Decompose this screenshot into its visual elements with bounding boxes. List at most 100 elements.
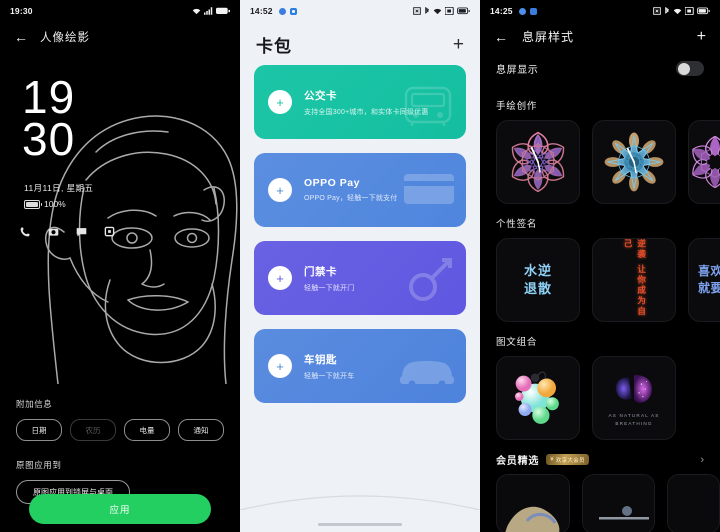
wifi-icon — [673, 7, 682, 15]
clock-minute: 30 — [22, 113, 76, 166]
page-title: 卡包 — [256, 37, 292, 56]
app-square-icon — [529, 7, 537, 15]
toggle-knob — [677, 62, 690, 75]
card-desc: 轻触一下就开车 — [304, 372, 355, 380]
brain-art — [615, 375, 653, 403]
home-indicator[interactable] — [318, 523, 402, 526]
aod-header: ← 息屏样式 + — [480, 22, 720, 49]
add-style-button[interactable]: + — [697, 28, 706, 45]
editor-topbar: ← 人像绘影 — [0, 22, 240, 52]
page-title: 人像绘影 — [40, 32, 90, 44]
signature-line-1: 喜欢的 — [698, 264, 720, 279]
card-desc: 轻触一下就开门 — [304, 284, 355, 292]
chevron-right-icon[interactable]: › — [700, 454, 704, 466]
card-desc: 支持全国300+城市，和实体卡同级优惠 — [304, 108, 429, 116]
aod-display-label: 息屏显示 — [496, 65, 539, 76]
key-icon — [406, 254, 456, 309]
signal-icon — [445, 7, 454, 15]
signal-icon — [204, 7, 213, 15]
member-art-2 — [582, 475, 655, 532]
plus-icon[interactable]: + — [268, 354, 292, 378]
message-icon[interactable] — [76, 226, 87, 237]
screenshot-icon[interactable] — [104, 226, 115, 237]
brain-caption: AS NATURAL AS BREATHING — [608, 413, 660, 426]
aod-display-toggle[interactable] — [676, 61, 704, 76]
card-title: 公交卡 — [304, 89, 337, 102]
apply-to-label: 原图应用到 — [16, 460, 62, 470]
panel-card-wallet: 14:52 卡包 + + 公交卡 支持全国300+城市，和实体卡同级优惠 + O… — [240, 0, 480, 532]
card-item-carkey[interactable]: + 车钥匙 轻触一下就开车 — [254, 329, 466, 403]
plus-icon[interactable]: + — [268, 266, 292, 290]
aod-thumb-signature-1[interactable]: 水逆 退散 — [496, 238, 580, 322]
panel-lockscreen-editor: 19:30 ← 人像绘影 19 30 11月11日, 星期五 100% 附加信息… — [0, 0, 240, 532]
card-item-oppopay[interactable]: + OPPO Pay OPPO Pay，轻触一下就支付 — [254, 153, 466, 227]
thumbnail-row: 水逆 退散 逆袭 让你成为自己 喜欢的 就要做 — [496, 238, 720, 322]
aod-display-row[interactable]: 息屏显示 — [480, 49, 720, 86]
battery-icon — [24, 199, 42, 209]
bottom-arc-decoration — [240, 495, 480, 510]
aod-thumb-kaleidoscope-3[interactable] — [688, 120, 720, 204]
status-bar-panel3: 14:25 — [480, 0, 720, 22]
badge-label: 欢享大会员 — [555, 457, 585, 464]
thumbnail-row: AS NATURAL AS BREATHING — [496, 356, 720, 440]
plus-icon[interactable]: + — [268, 178, 292, 202]
bluetooth-icon — [664, 7, 670, 15]
clock-hour: 19 — [22, 71, 76, 123]
member-section-header[interactable]: 会员精选 ¥ 欢享大会员 › — [480, 440, 720, 474]
kaleidoscope-art — [604, 132, 664, 192]
battery-icon — [216, 7, 230, 15]
apply-button[interactable]: 应用 — [29, 494, 211, 524]
member-thumb-3[interactable] — [667, 474, 720, 532]
aod-thumb-kaleidoscope-1[interactable] — [496, 120, 580, 204]
member-art-3 — [668, 475, 720, 532]
plus-icon[interactable]: + — [268, 90, 292, 114]
nfc-icon — [413, 7, 421, 15]
add-card-button[interactable]: + — [453, 35, 464, 54]
member-title: 会员精选 — [496, 456, 540, 467]
nfc-icon — [653, 7, 661, 15]
chip-notification[interactable]: 通知 — [178, 419, 224, 441]
member-thumb-1[interactable] — [496, 474, 570, 532]
status-time: 19:30 — [10, 6, 33, 16]
app-dot-icon — [278, 7, 286, 15]
extra-info-section: 附加信息 日期 农历 电量 通知 — [0, 384, 240, 441]
member-thumb-2[interactable] — [581, 474, 656, 532]
status-time: 14:25 — [490, 6, 513, 16]
battery-icon — [457, 7, 470, 15]
wallet-header: 卡包 + — [240, 22, 480, 65]
wifi-icon — [433, 7, 442, 15]
chip-battery[interactable]: 电量 — [124, 419, 170, 441]
signature-line-1: 水逆 — [523, 263, 552, 279]
signature-line-2: 就要做 — [698, 281, 720, 295]
extra-info-label: 附加信息 — [16, 399, 53, 409]
aod-thumb-signature-3[interactable]: 喜欢的 就要做 — [688, 238, 720, 322]
chip-lunar[interactable]: 农历 — [70, 419, 116, 441]
camera-icon[interactable] — [48, 226, 59, 237]
section-title: 个性签名 — [496, 219, 538, 230]
card-item-access[interactable]: + 门禁卡 轻触一下就开门 — [254, 241, 466, 315]
aod-thumb-bubbles[interactable] — [496, 356, 580, 440]
phone-icon[interactable] — [20, 226, 31, 237]
back-button[interactable]: ← — [494, 30, 508, 44]
status-time: 14:52 — [250, 6, 273, 16]
status-bar-panel2: 14:52 — [240, 0, 480, 22]
card-item-transit[interactable]: + 公交卡 支持全国300+城市，和实体卡同级优惠 — [254, 65, 466, 139]
panel-aod-style: 14:25 ← 息屏样式 + 息屏显示 手绘创作 个性签名 水逆 退散 逆袭 让… — [480, 0, 720, 532]
badge-currency-mark: ¥ — [550, 456, 554, 463]
signature-line-2: 退散 — [523, 281, 552, 296]
aod-thumb-signature-2[interactable]: 逆袭 让你成为自己 — [592, 238, 676, 322]
signature-vertical-text: 逆袭 让你成为自己 — [623, 239, 647, 317]
back-button[interactable]: ← — [14, 30, 28, 44]
section-image-text: 图文组合 AS NATURAL AS BREATHING — [480, 322, 720, 440]
signal-icon — [685, 7, 694, 15]
bubbles-art — [514, 371, 559, 424]
aod-thumb-brain[interactable]: AS NATURAL AS BREATHING — [592, 356, 676, 440]
creditcard-icon — [402, 170, 456, 213]
lockscreen-preview[interactable]: 19 30 11月11日, 星期五 100% — [0, 54, 240, 384]
chip-date[interactable]: 日期 — [16, 419, 62, 441]
kaleidoscope-art — [506, 131, 570, 193]
aod-thumb-kaleidoscope-2[interactable] — [592, 120, 676, 204]
preview-date: 11月11日, 星期五 — [24, 183, 94, 193]
thumbnail-row — [496, 120, 720, 204]
card-list: + 公交卡 支持全国300+城市，和实体卡同级优惠 + OPPO Pay OPP… — [240, 65, 480, 403]
